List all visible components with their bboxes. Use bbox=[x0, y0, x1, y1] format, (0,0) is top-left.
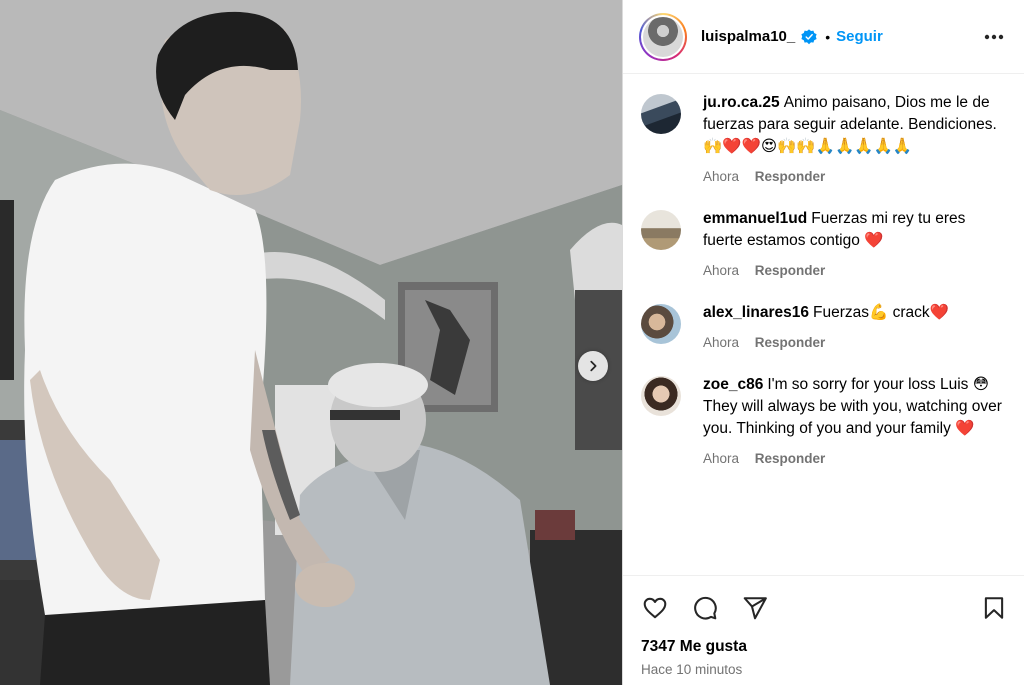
avatar[interactable] bbox=[639, 12, 687, 61]
comment-avatar[interactable] bbox=[641, 94, 681, 134]
bookmark-icon bbox=[984, 597, 1004, 619]
comment-item: zoe_c86 I'm so sorry for your loss Luis 😳… bbox=[641, 374, 1008, 470]
post-details-panel: luispalma10_ • Seguir ju.ro.ca.25 Animo … bbox=[622, 0, 1024, 685]
comment-username[interactable]: zoe_c86 bbox=[703, 376, 763, 393]
follow-button[interactable]: Seguir bbox=[836, 28, 883, 45]
likes-count[interactable]: 7347 Me gusta bbox=[641, 638, 1008, 656]
comment-text: Fuerzas💪 crack❤️ bbox=[813, 304, 949, 321]
comment-time: Ahora bbox=[703, 335, 740, 350]
comment-time: Ahora bbox=[703, 169, 740, 184]
comment-button[interactable] bbox=[691, 594, 719, 622]
comment-username[interactable]: ju.ro.ca.25 bbox=[703, 94, 780, 111]
save-button[interactable] bbox=[980, 594, 1008, 622]
comment-icon bbox=[694, 596, 717, 620]
chevron-right-icon bbox=[590, 360, 597, 372]
comment-avatar[interactable] bbox=[641, 304, 681, 344]
comment-username[interactable]: emmanuel1ud bbox=[703, 210, 807, 227]
post-actions-area: 7347 Me gusta Hace 10 minutos bbox=[623, 575, 1024, 685]
verified-badge-icon bbox=[801, 28, 817, 44]
comments-list: ju.ro.ca.25 Animo paisano, Dios me le de … bbox=[623, 74, 1024, 575]
reply-button[interactable]: Responder bbox=[755, 169, 826, 184]
comment-item: alex_linares16 Fuerzas💪 crack❤️ Ahora Res… bbox=[641, 302, 1008, 354]
post-timestamp[interactable]: Hace 10 minutos bbox=[641, 662, 1008, 677]
reply-button[interactable]: Responder bbox=[755, 335, 826, 350]
like-button[interactable] bbox=[641, 594, 669, 622]
post-photo[interactable] bbox=[0, 0, 622, 685]
separator-dot: • bbox=[825, 28, 831, 45]
author-username[interactable]: luispalma10_ bbox=[701, 28, 795, 45]
comment-time: Ahora bbox=[703, 263, 740, 278]
photo-image bbox=[0, 0, 622, 685]
action-bar bbox=[641, 592, 1008, 624]
comment-item: emmanuel1ud Fuerzas mi rey tu eres fuerte… bbox=[641, 208, 1008, 282]
comment-avatar[interactable] bbox=[641, 210, 681, 250]
more-horizontal-icon bbox=[984, 34, 1004, 39]
share-button[interactable] bbox=[741, 594, 769, 622]
more-options-button[interactable] bbox=[980, 27, 1008, 47]
reply-button[interactable]: Responder bbox=[755, 451, 826, 466]
post-header: luispalma10_ • Seguir bbox=[623, 0, 1024, 74]
comment-item: ju.ro.ca.25 Animo paisano, Dios me le de … bbox=[641, 92, 1008, 188]
instagram-post: luispalma10_ • Seguir ju.ro.ca.25 Animo … bbox=[0, 0, 1024, 685]
heart-icon bbox=[643, 597, 667, 619]
comment-avatar[interactable] bbox=[641, 376, 681, 416]
comment-username[interactable]: alex_linares16 bbox=[703, 304, 809, 321]
next-photo-button[interactable] bbox=[578, 351, 608, 381]
reply-button[interactable]: Responder bbox=[755, 263, 826, 278]
send-icon bbox=[743, 597, 767, 620]
comment-time: Ahora bbox=[703, 451, 740, 466]
